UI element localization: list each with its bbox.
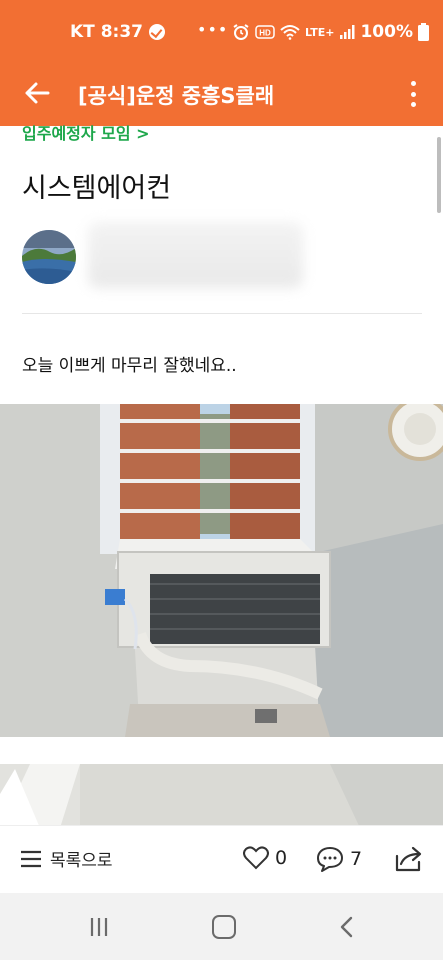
arrow-left-icon[interactable] [20, 76, 54, 110]
battery-level: 100% [360, 22, 413, 42]
signal-icon [340, 25, 355, 39]
post-photo[interactable] [0, 404, 443, 737]
alarm-icon [233, 24, 249, 40]
back-icon[interactable] [336, 915, 358, 939]
page-title: [공식]운정 중흥S클래 [78, 84, 275, 108]
svg-text:HD: HD [259, 29, 271, 38]
author-info-blurred [88, 222, 303, 288]
divider [22, 313, 422, 314]
like-button[interactable]: 0 [243, 846, 287, 870]
status-overflow: ••• [197, 20, 229, 39]
post-title: 시스템에어컨 [22, 173, 172, 204]
comment-button[interactable]: 7 [316, 846, 362, 872]
like-count: 0 [275, 847, 288, 869]
more-vertical-icon[interactable] [407, 78, 419, 110]
menu-lines-icon [21, 850, 41, 867]
app-bar: [공식]운정 중흥S클래 [0, 62, 443, 126]
action-bar: 목록으로 0 7 [0, 825, 443, 893]
scrollbar[interactable] [437, 137, 441, 213]
wifi-icon [280, 25, 300, 40]
recent-apps-icon[interactable] [88, 916, 110, 938]
list-button-label: 목록으로 [50, 851, 113, 871]
avatar[interactable] [22, 230, 76, 284]
battery-icon [418, 23, 429, 41]
post-photo-2[interactable] [0, 764, 443, 828]
comment-icon [317, 847, 343, 872]
carrier-time: KT 8:37 [70, 22, 143, 42]
back-to-list-button[interactable]: 목록으로 [20, 846, 113, 871]
check-circle-icon [148, 24, 165, 40]
status-bar: KT 8:37 ••• HD LTE+ 100% [0, 0, 443, 62]
status-right: HD LTE+ 100% [232, 22, 429, 42]
system-nav-bar [0, 893, 443, 960]
category-link[interactable]: 입주예정자 모임 > [22, 120, 150, 144]
heart-icon [243, 846, 269, 870]
share-icon[interactable] [393, 844, 423, 874]
hd-icon: HD [255, 25, 275, 39]
home-icon[interactable] [212, 915, 236, 939]
network-type: LTE+ [305, 25, 335, 39]
status-left: KT 8:37 [70, 22, 165, 42]
comment-count: 7 [350, 848, 363, 870]
post-body: 오늘 이쁘게 마무리 잘했네요.. [22, 356, 237, 376]
